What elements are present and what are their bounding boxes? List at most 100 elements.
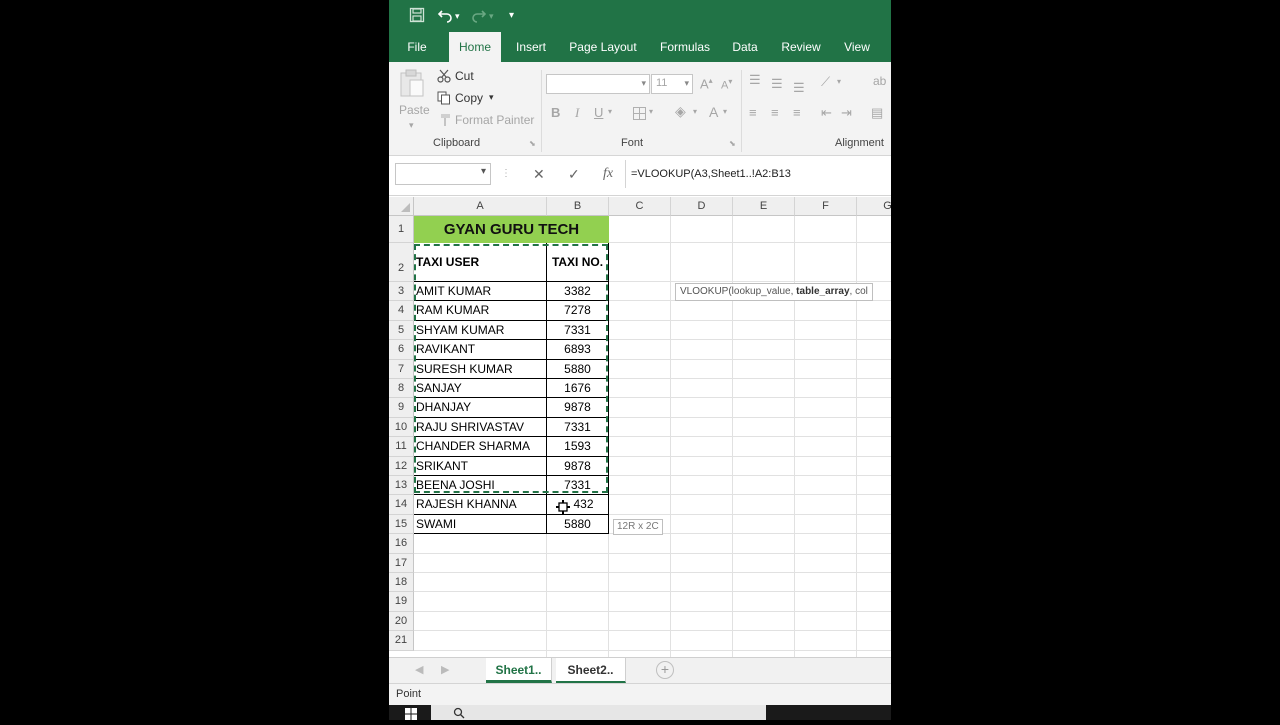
save-icon[interactable] bbox=[409, 7, 425, 26]
worksheet-grid[interactable]: A B C D E F G 1 2 3 4 5 6 7 8 9 10 11 12… bbox=[389, 197, 891, 657]
cell-taxi-no[interactable]: 5880 bbox=[547, 359, 609, 379]
cell-taxi-no[interactable]: 6893 bbox=[547, 340, 609, 360]
name-box[interactable]: ▾ bbox=[395, 163, 491, 185]
cell-taxi-no[interactable]: 9878 bbox=[547, 456, 609, 476]
cell-taxi-user[interactable]: RAM KUMAR bbox=[414, 301, 547, 321]
row-header[interactable]: 14 bbox=[389, 495, 414, 515]
cell-taxi-no[interactable]: 9878 bbox=[547, 398, 609, 418]
cell-taxi-user[interactable]: CHANDER SHARMA bbox=[414, 437, 547, 457]
row-header[interactable]: 1 bbox=[389, 216, 414, 243]
tab-insert[interactable]: Insert bbox=[511, 32, 551, 62]
cell-taxi-no[interactable]: 7331 bbox=[547, 476, 609, 496]
copy-dropdown-icon[interactable]: ▾ bbox=[489, 92, 494, 103]
tab-data[interactable]: Data bbox=[729, 32, 761, 62]
column-header-e[interactable]: E bbox=[733, 197, 795, 216]
font-color-icon[interactable]: A bbox=[709, 104, 718, 120]
row-header[interactable]: 15 bbox=[389, 514, 414, 535]
decrease-font-icon[interactable]: A▾ bbox=[721, 77, 732, 92]
row-header[interactable]: 21 bbox=[389, 631, 414, 651]
column-header-d[interactable]: D bbox=[671, 197, 733, 216]
row-header[interactable]: 20 bbox=[389, 611, 414, 632]
row-header[interactable]: 9 bbox=[389, 398, 414, 418]
tab-view[interactable]: View bbox=[841, 32, 873, 62]
align-left-icon[interactable]: ≡ bbox=[749, 105, 757, 120]
row-header[interactable]: 10 bbox=[389, 417, 414, 438]
tab-page-layout[interactable]: Page Layout bbox=[567, 32, 639, 62]
select-all-corner[interactable] bbox=[389, 197, 414, 216]
paste-dropdown-icon[interactable]: ▾ bbox=[409, 120, 414, 131]
add-sheet-button[interactable]: + bbox=[656, 661, 674, 679]
clipboard-launcher-icon[interactable]: ⬊ bbox=[529, 139, 536, 148]
cell-taxi-no[interactable]: 3382 bbox=[547, 282, 609, 302]
paste-label[interactable]: Paste bbox=[399, 103, 430, 117]
fill-color-icon[interactable]: ◈ bbox=[675, 103, 686, 120]
row-header[interactable]: 3 bbox=[389, 282, 414, 302]
row-header[interactable]: 13 bbox=[389, 476, 414, 496]
underline-button[interactable]: U bbox=[594, 105, 603, 120]
row-header[interactable]: 4 bbox=[389, 301, 414, 321]
increase-font-icon[interactable]: A▴ bbox=[700, 76, 713, 91]
italic-button[interactable]: I bbox=[575, 105, 579, 121]
font-size-dropdown[interactable]: 11 ▾ bbox=[651, 74, 693, 94]
redo-icon[interactable] bbox=[471, 7, 487, 26]
row-header[interactable]: 7 bbox=[389, 359, 414, 379]
windows-start-icon[interactable] bbox=[405, 707, 417, 725]
formula-input[interactable]: =VLOOKUP(A3,Sheet1..!A2:B13 bbox=[631, 168, 791, 180]
row-header[interactable]: 19 bbox=[389, 592, 414, 612]
scroll-sheets-right-icon[interactable]: ▶ bbox=[441, 663, 449, 676]
sheet-title-cell[interactable]: GYAN GURU TECH bbox=[414, 216, 609, 243]
row-header[interactable]: 17 bbox=[389, 553, 414, 573]
column-header-c[interactable]: C bbox=[609, 197, 671, 216]
cut-button[interactable]: Cut bbox=[455, 69, 474, 83]
row-header[interactable]: 16 bbox=[389, 534, 414, 554]
row-header[interactable]: 6 bbox=[389, 340, 414, 360]
tab-review[interactable]: Review bbox=[777, 32, 825, 62]
row-header[interactable]: 12 bbox=[389, 456, 414, 476]
paste-icon[interactable] bbox=[399, 68, 425, 103]
sheet-tab-sheet1[interactable]: Sheet1.. bbox=[486, 658, 552, 683]
cell-taxi-no[interactable]: 1676 bbox=[547, 379, 609, 399]
bottom-align-icon[interactable]: ☰ bbox=[793, 80, 805, 96]
format-painter-button[interactable]: Format Painter bbox=[455, 113, 534, 127]
orientation-icon[interactable]: ⟋ bbox=[821, 74, 830, 90]
cell-taxi-no[interactable]: 5880 bbox=[547, 514, 609, 535]
tab-file[interactable]: File bbox=[399, 32, 435, 62]
cell-taxi-user[interactable]: DHANJAY bbox=[414, 398, 547, 418]
top-align-icon[interactable]: ☰ bbox=[749, 72, 761, 88]
row-header[interactable]: 2 bbox=[389, 243, 414, 282]
cancel-button[interactable]: ✕ bbox=[533, 166, 545, 183]
align-center-icon[interactable]: ≡ bbox=[771, 105, 779, 120]
row-header[interactable]: 18 bbox=[389, 573, 414, 593]
undo-dropdown-icon[interactable]: ▾ bbox=[455, 11, 460, 22]
cell-taxi-user[interactable]: AMIT KUMAR bbox=[414, 282, 547, 302]
format-painter-icon[interactable] bbox=[437, 113, 451, 132]
column-header-a[interactable]: A bbox=[414, 197, 547, 216]
redo-dropdown-icon[interactable]: ▾ bbox=[489, 11, 494, 22]
header-cell-taxi-user[interactable]: TAXI USER bbox=[414, 243, 547, 282]
borders-icon[interactable] bbox=[633, 107, 646, 125]
fill-color-dropdown-icon[interactable]: ▾ bbox=[693, 107, 697, 116]
bold-button[interactable]: B bbox=[551, 105, 560, 120]
enter-button[interactable]: ✓ bbox=[568, 166, 580, 183]
header-cell-taxi-no[interactable]: TAXI NO. bbox=[547, 243, 609, 282]
underline-dropdown-icon[interactable]: ▾ bbox=[608, 107, 612, 116]
cut-icon[interactable] bbox=[437, 69, 451, 88]
cell-taxi-user[interactable]: SRIKANT bbox=[414, 456, 547, 476]
cell-taxi-user[interactable]: RAVIKANT bbox=[414, 340, 547, 360]
font-name-dropdown[interactable]: ▾ bbox=[546, 74, 650, 94]
row-header[interactable]: 8 bbox=[389, 379, 414, 399]
cell-taxi-user[interactable]: BEENA JOSHI bbox=[414, 476, 547, 496]
copy-button[interactable]: Copy bbox=[455, 91, 483, 105]
middle-align-icon[interactable]: ☰ bbox=[771, 76, 783, 92]
copy-icon[interactable] bbox=[437, 91, 451, 110]
scroll-sheets-left-icon[interactable]: ◀ bbox=[415, 663, 423, 676]
cell-taxi-user[interactable]: SANJAY bbox=[414, 379, 547, 399]
borders-dropdown-icon[interactable]: ▾ bbox=[649, 107, 653, 116]
cell-taxi-user[interactable]: SURESH KUMAR bbox=[414, 359, 547, 379]
row-header[interactable]: 5 bbox=[389, 320, 414, 341]
column-header-b[interactable]: B bbox=[547, 197, 609, 216]
cell-taxi-no[interactable]: 7331 bbox=[547, 320, 609, 341]
row-header[interactable]: 11 bbox=[389, 437, 414, 457]
sheet-tab-sheet2[interactable]: Sheet2.. bbox=[556, 658, 626, 683]
cell-taxi-no[interactable]: 7278 bbox=[547, 301, 609, 321]
